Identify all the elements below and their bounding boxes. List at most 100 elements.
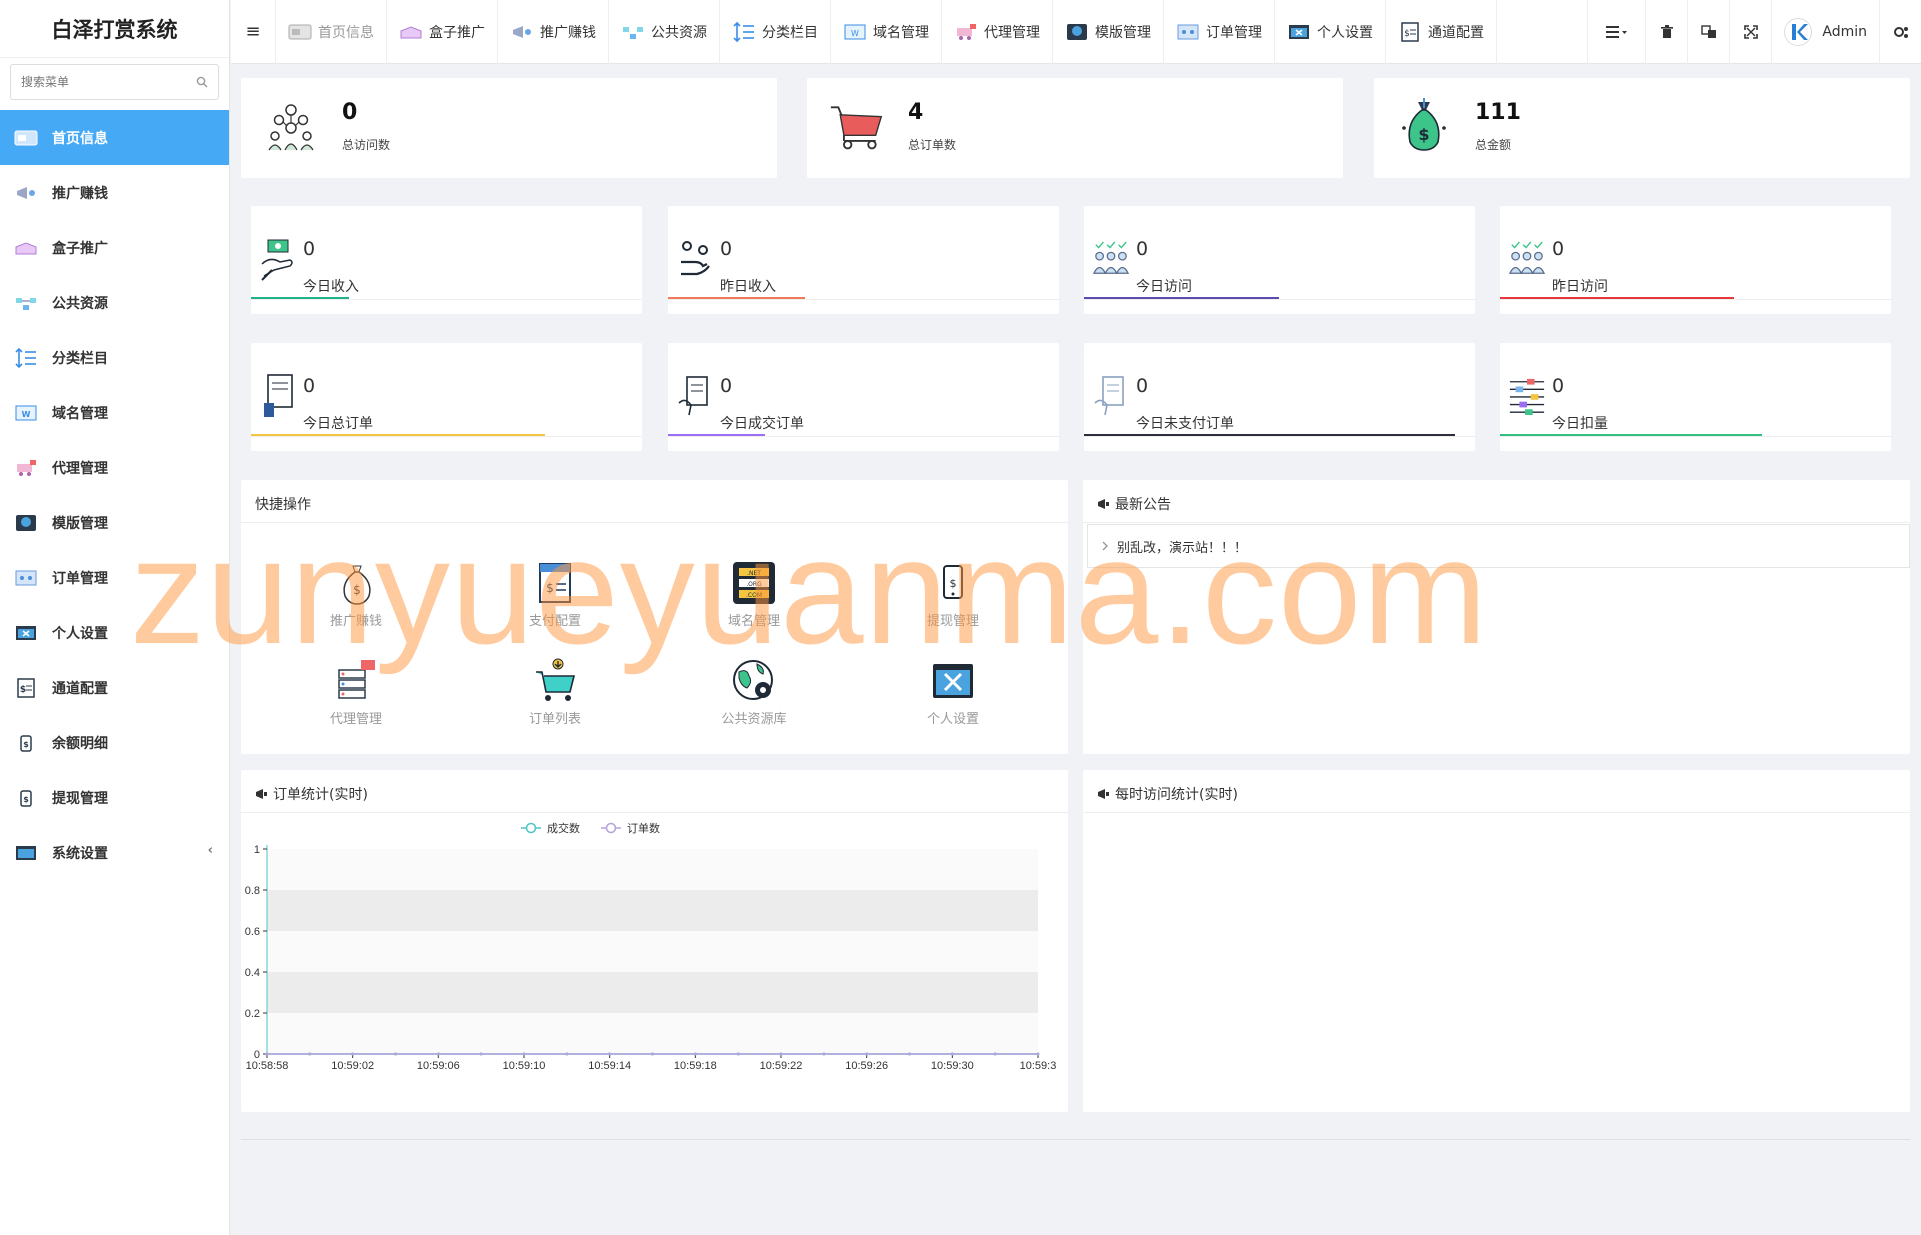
- quick-order-list[interactable]: 订单列表: [485, 658, 625, 727]
- x-tick-label: 10:59:06: [417, 1060, 460, 1072]
- stat-card-yesterday-visits: 0 昨日访问: [1500, 206, 1891, 314]
- today-income-value: 0: [303, 238, 316, 260]
- divider: [1083, 812, 1910, 813]
- sidebar-item-home[interactable]: 首页信息: [0, 110, 229, 165]
- fullscreen-icon[interactable]: [1729, 0, 1771, 64]
- coin-hand-icon: [676, 236, 714, 282]
- sidebar-item-label: 公共资源: [52, 295, 108, 312]
- quick-withdraw-management[interactable]: $ 提现管理: [883, 560, 1023, 629]
- sidebar-item-channel-config[interactable]: $ 通道配置: [0, 660, 229, 715]
- tab-promote-earn[interactable]: 推广赚钱: [498, 0, 609, 64]
- sidebar-item-categories[interactable]: 分类栏目: [0, 330, 229, 385]
- tab-agents[interactable]: 代理管理: [942, 0, 1053, 64]
- search-input[interactable]: [21, 75, 196, 89]
- sidebar-item-label: 推广赚钱: [52, 185, 108, 202]
- tab-personal-settings[interactable]: 个人设置: [1275, 0, 1386, 64]
- tab-label: 公共资源: [651, 24, 707, 41]
- sidebar-item-label: 域名管理: [52, 405, 108, 422]
- summary-card-total-visits: 0 总访问数: [241, 78, 777, 178]
- sidebar-item-label: 模版管理: [52, 515, 108, 532]
- money-bag-icon: $: [333, 560, 379, 606]
- quick-payment-config[interactable]: $ 支付配置: [485, 560, 625, 629]
- sidebar-item-label: 首页信息: [52, 130, 108, 147]
- quick-promote-earn[interactable]: $ 推广赚钱: [286, 560, 426, 629]
- cart-agent-icon: [954, 22, 978, 42]
- sidebar-item-personal-settings[interactable]: 个人设置: [0, 605, 229, 660]
- y-tick-label: 0.6: [245, 926, 260, 938]
- tab-home[interactable]: 首页信息: [275, 0, 387, 64]
- stat-card-yesterday-income: 0 昨日收入: [668, 206, 1059, 314]
- visit-chart-panel: 每时访问统计(实时): [1083, 770, 1910, 1112]
- sidebar-item-label: 个人设置: [52, 625, 108, 642]
- chevron-left-icon[interactable]: ‹: [208, 843, 213, 858]
- cart-download-icon: [532, 658, 578, 704]
- search-icon[interactable]: [196, 76, 208, 88]
- system-window-icon: [14, 843, 38, 863]
- phone-payment-icon: $: [930, 560, 976, 606]
- sidebar-item-balance-details[interactable]: $ 余额明细: [0, 715, 229, 770]
- tab-orders[interactable]: 订单管理: [1164, 0, 1275, 64]
- network-icon: [621, 22, 645, 42]
- settings-window-icon: [1287, 22, 1311, 42]
- tab-templates[interactable]: 模版管理: [1053, 0, 1164, 64]
- menu-search[interactable]: [10, 64, 219, 100]
- legend-label: 成交数: [547, 821, 580, 835]
- divider: [241, 522, 1068, 523]
- box-icon: [14, 238, 38, 258]
- sidebar-item-agents[interactable]: 代理管理: [0, 440, 229, 495]
- y-tick-label: 0.2: [245, 1008, 260, 1020]
- people-network-icon: [263, 98, 319, 154]
- data-point: [822, 1052, 826, 1056]
- tab-label: 推广赚钱: [540, 24, 596, 41]
- translate-icon[interactable]: [1687, 0, 1729, 64]
- quick-agent-management[interactable]: 代理管理: [286, 658, 426, 727]
- tab-domains[interactable]: W 域名管理: [831, 0, 942, 64]
- sidebar-item-templates[interactable]: 模版管理: [0, 495, 229, 550]
- app-logo: 白泽打赏系统: [0, 0, 229, 58]
- tab-public-resources[interactable]: 公共资源: [609, 0, 720, 64]
- tab-box-promotion[interactable]: 盒子推广: [387, 0, 498, 64]
- divider: [241, 812, 1068, 813]
- quick-domain-management[interactable]: .NET .ORG .COM 域名管理: [684, 560, 824, 629]
- quick-public-resource-library[interactable]: 公共资源库: [684, 658, 824, 727]
- channel-config-icon: $: [1398, 21, 1422, 42]
- balance-icon: $: [14, 733, 38, 753]
- divider: [668, 436, 1059, 437]
- tab-list-dropdown-icon[interactable]: [1587, 0, 1645, 64]
- team-check-icon: [1508, 236, 1546, 282]
- sidebar-item-withdrawals[interactable]: $ 提现管理: [0, 770, 229, 825]
- quick-personal-settings[interactable]: 个人设置: [883, 658, 1023, 727]
- sidebar-item-domains[interactable]: W 域名管理: [0, 385, 229, 440]
- sidebar-item-public-resources[interactable]: 公共资源: [0, 275, 229, 330]
- svg-text:$: $: [20, 685, 26, 695]
- svg-text:.NET: .NET: [747, 570, 761, 577]
- user-menu[interactable]: Admin: [1771, 0, 1879, 64]
- top-right-tools: Admin: [1587, 0, 1921, 64]
- notice-item[interactable]: 别乱改，演示站！！！: [1087, 524, 1910, 568]
- withdraw-icon: $: [14, 788, 38, 808]
- tab-label: 通道配置: [1428, 24, 1484, 41]
- svg-text:$: $: [353, 583, 361, 597]
- x-tick-label: 10:59:22: [760, 1060, 803, 1072]
- sidebar-item-box-promotion[interactable]: 盒子推广: [0, 220, 229, 275]
- x-tick-label: 10:58:58: [246, 1060, 289, 1072]
- tab-categories[interactable]: 分类栏目: [720, 0, 831, 64]
- today-unpaid-orders-label: 今日未支付订单: [1136, 416, 1234, 432]
- sidebar-item-system-settings[interactable]: 系统设置 ‹: [0, 825, 229, 880]
- settings-gear-icon[interactable]: [1879, 0, 1921, 64]
- trash-icon[interactable]: [1645, 0, 1687, 64]
- y-tick-label: 0.4: [245, 967, 260, 979]
- quick-actions-panel: 快捷操作 $ 推广赚钱 $ 支付配置 .NET .ORG .COM 域名管理 $ 提…: [241, 480, 1068, 754]
- tab-channel-config[interactable]: $ 通道配置: [1386, 0, 1497, 64]
- sidebar-item-orders[interactable]: 订单管理: [0, 550, 229, 605]
- menu-toggle-icon[interactable]: ≡: [231, 21, 275, 42]
- total-orders-label: 总订单数: [908, 138, 957, 152]
- sidebar-item-promote-earn[interactable]: 推广赚钱: [0, 165, 229, 220]
- shopping-cart-icon: [829, 98, 885, 154]
- tab-label: 分类栏目: [762, 24, 818, 41]
- grid-band: [267, 890, 1038, 931]
- today-income-label: 今日收入: [303, 279, 359, 295]
- quick-label: 支付配置: [528, 614, 581, 629]
- x-tick-label: 10:59:14: [588, 1060, 631, 1072]
- svg-text:$: $: [1404, 29, 1410, 39]
